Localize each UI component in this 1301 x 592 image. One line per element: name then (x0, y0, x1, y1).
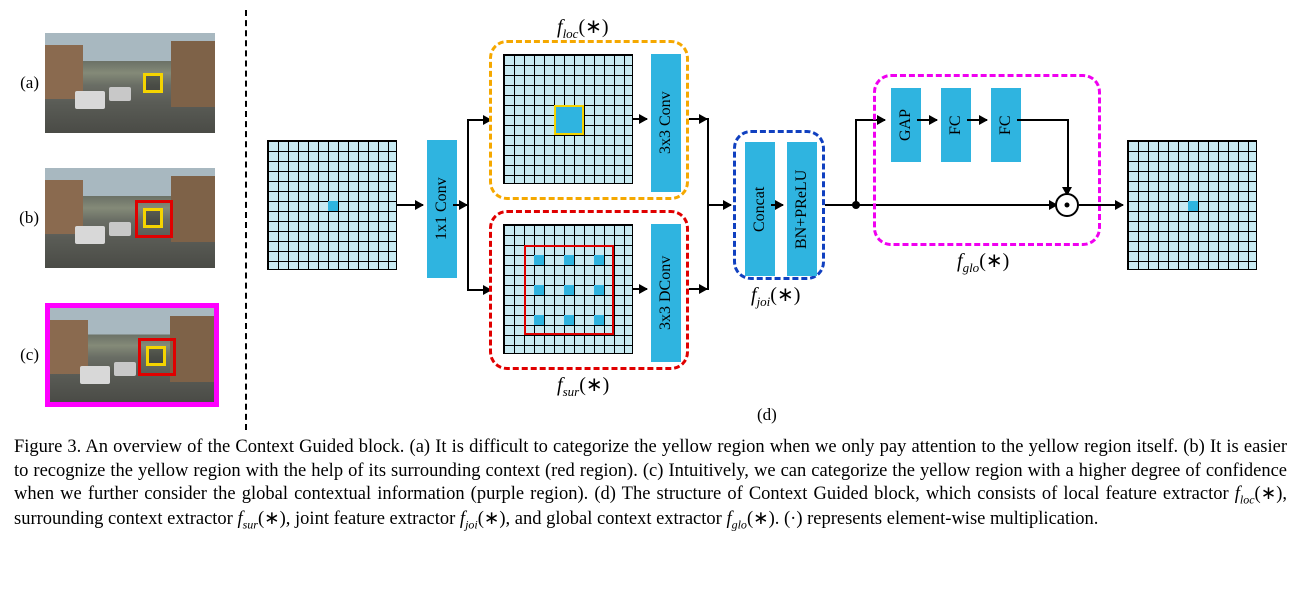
example-b-label: (b) (15, 208, 39, 228)
example-a-image (45, 33, 215, 133)
example-c-row: (c) (15, 303, 230, 407)
arrow-icon (707, 204, 731, 206)
connector-line (467, 120, 469, 290)
vertical-divider (245, 10, 247, 430)
conv1x1-label: 1x1 Conv (433, 178, 451, 241)
example-c-image (45, 303, 219, 407)
concat-label: Concat (751, 186, 769, 231)
elementwise-mult-icon (1055, 193, 1079, 217)
example-c-label: (c) (15, 345, 39, 365)
junction-dot-icon (852, 201, 860, 209)
dconv3x3-label: 3x3 DConv (657, 256, 675, 330)
arrow-icon (967, 119, 987, 121)
gap-block: GAP (891, 88, 921, 162)
arrow-icon (917, 119, 937, 121)
floc-feature-grid (503, 54, 633, 184)
connector-line (689, 118, 707, 120)
figure-area: (a) (b) (c) (10, 10, 1291, 430)
gap-label: GAP (897, 109, 915, 141)
example-images-column: (a) (b) (c) (10, 10, 235, 430)
connector-line (453, 204, 467, 206)
fc1-label: FC (947, 115, 965, 135)
connector-line (689, 288, 707, 290)
arrow-icon (633, 118, 647, 120)
conv1x1-block: 1x1 Conv (427, 140, 457, 278)
conv3x3-block: 3x3 Conv (651, 54, 681, 192)
arrow-icon (771, 204, 783, 206)
output-feature-grid (1127, 140, 1257, 270)
architecture-diagram: 1x1 Conv floc(∗) 3x3 Conv fsur(∗) (257, 10, 1291, 430)
arrow-icon (467, 289, 491, 291)
example-b-row: (b) (15, 168, 230, 268)
input-feature-grid (267, 140, 397, 270)
sub-d-label: (d) (757, 405, 777, 425)
arrow-icon (397, 204, 423, 206)
arrow-icon (1079, 204, 1123, 206)
conv3x3-label: 3x3 Conv (657, 92, 675, 155)
bnprelu-label: BN+PReLU (793, 169, 811, 248)
arrow-icon (467, 119, 491, 121)
concat-block: Concat (745, 142, 775, 276)
floc-label: floc(∗) (557, 14, 609, 42)
example-b-image (45, 168, 215, 268)
fsur-label: fsur(∗) (557, 372, 609, 400)
connector-line (1067, 119, 1069, 193)
fc1-block: FC (941, 88, 971, 162)
connector-line (855, 120, 857, 206)
fglo-label: fglo(∗) (957, 248, 1009, 276)
bnprelu-block: BN+PReLU (787, 142, 817, 276)
fc2-block: FC (991, 88, 1021, 162)
example-a-label: (a) (15, 73, 39, 93)
fsur-feature-grid (503, 224, 633, 354)
fc2-label: FC (997, 115, 1015, 135)
figure-caption: Figure 3. An overview of the Context Gui… (10, 436, 1291, 533)
dconv3x3-block: 3x3 DConv (651, 224, 681, 362)
connector-line (1017, 119, 1067, 121)
fjoi-label: fjoi(∗) (751, 282, 800, 310)
example-a-row: (a) (15, 33, 230, 133)
arrow-icon (633, 288, 647, 290)
